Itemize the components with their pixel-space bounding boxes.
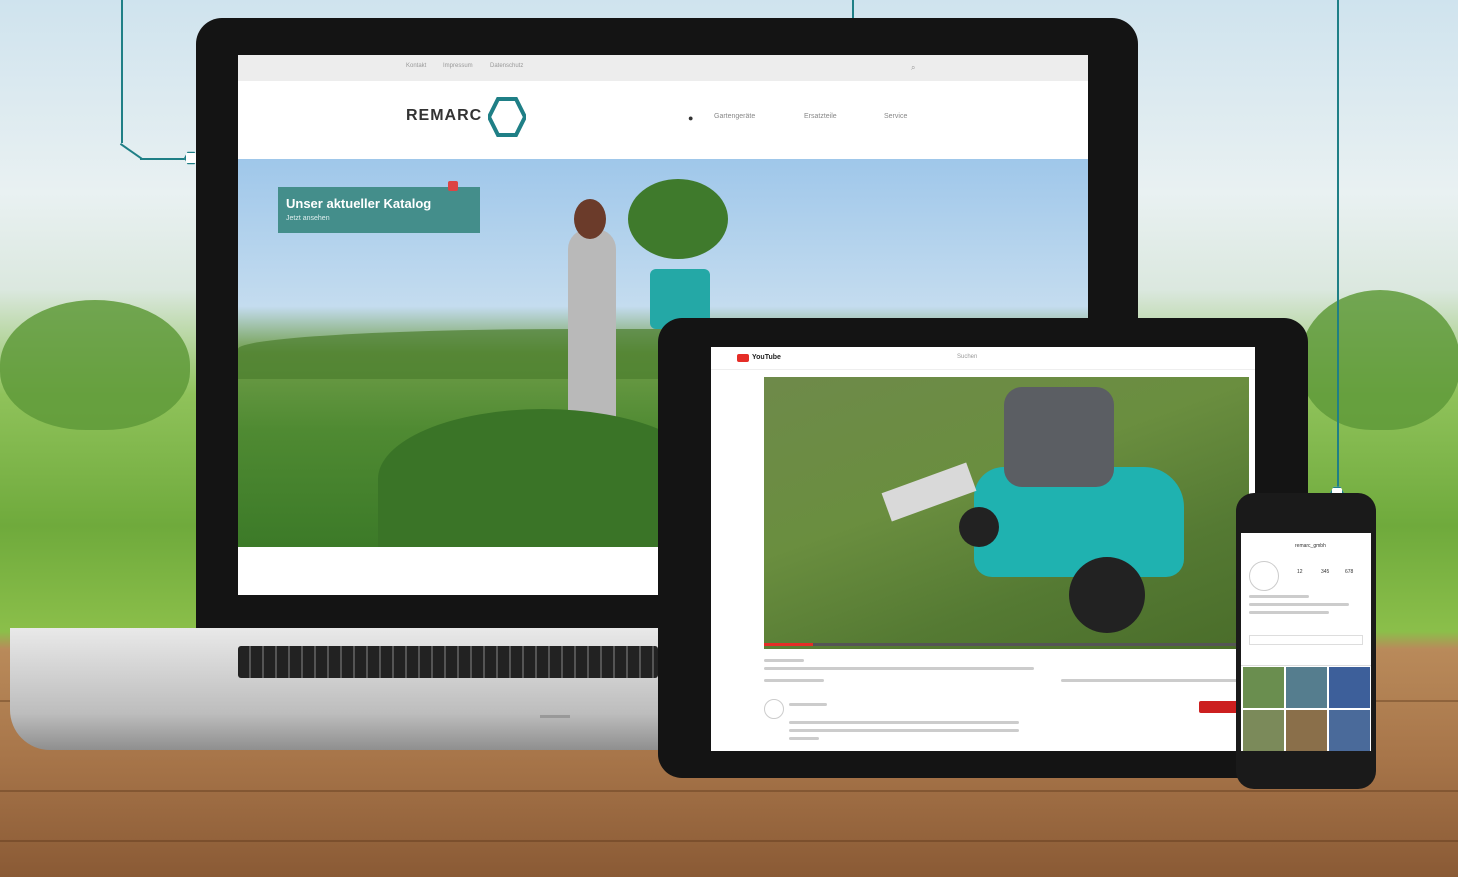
phone-screen: remarc_gmbh 12 345 678: [1241, 533, 1371, 751]
post-thumbnail[interactable]: [1286, 667, 1327, 708]
description-line: [789, 729, 1019, 732]
profile-username: remarc_gmbh: [1295, 543, 1326, 549]
profile-avatar[interactable]: [1249, 561, 1279, 591]
video-progress-fill: [764, 643, 813, 646]
profile-tabs[interactable]: [1241, 655, 1371, 666]
profile-bio-line: [1249, 611, 1329, 614]
play-logo-icon[interactable]: [737, 354, 749, 362]
table-plank-line: [0, 840, 1458, 842]
tablet-screen: YouTube Suchen: [711, 347, 1255, 751]
channel-avatar[interactable]: [764, 699, 784, 719]
plant-leaves: [628, 179, 728, 259]
video-actions-line: [1061, 679, 1241, 682]
util-link-privacy[interactable]: Datenschutz: [490, 63, 523, 69]
profile-stat-following: 678: [1345, 569, 1354, 575]
video-channel-line: [764, 659, 804, 662]
tree-right: [1300, 290, 1458, 430]
edit-profile-button[interactable]: [1249, 635, 1363, 645]
new-badge-icon: [448, 181, 458, 191]
utility-bar: [238, 55, 1088, 82]
video-title-line: [764, 667, 1034, 670]
subscribe-button[interactable]: [1199, 701, 1239, 713]
post-thumbnail[interactable]: [1243, 710, 1284, 751]
channel-name-line: [789, 703, 827, 706]
nav-link-service[interactable]: Service: [884, 113, 907, 120]
laptop-hinge: [540, 715, 570, 718]
profile-bio-line: [1249, 603, 1349, 606]
video-progress-track[interactable]: [764, 643, 1249, 646]
profile-bio-line: [1249, 595, 1309, 598]
site-logo-text[interactable]: REMARC: [406, 107, 482, 125]
util-link-contact[interactable]: Kontakt: [406, 63, 426, 69]
callout-line-left-h: [140, 158, 186, 160]
description-line: [789, 721, 1019, 724]
mower-deck: [881, 462, 977, 522]
table-plank-line: [0, 790, 1458, 792]
video-site-logo[interactable]: YouTube: [752, 354, 781, 361]
video-views-line: [764, 679, 824, 682]
callout-line-right: [1337, 0, 1339, 487]
util-link-imprint[interactable]: Impressum: [443, 63, 473, 69]
catalog-title[interactable]: Unser aktueller Katalog: [286, 196, 431, 211]
nav-link-products[interactable]: Gartengeräte: [714, 113, 755, 120]
profile-stat-followers: 345: [1321, 569, 1330, 575]
mower-wheel: [1069, 557, 1145, 633]
site-header: [238, 81, 1088, 159]
profile-stat-posts: 12: [1297, 569, 1303, 575]
video-search-input[interactable]: Suchen: [957, 354, 977, 360]
laptop-keyboard: [238, 646, 658, 678]
search-icon[interactable]: ⌕: [911, 63, 915, 73]
post-thumbnail[interactable]: [1243, 667, 1284, 708]
person-head: [574, 199, 606, 239]
callout-line-left: [121, 0, 123, 143]
logo-hexagon-icon: [488, 97, 526, 137]
home-icon[interactable]: ●: [688, 113, 693, 123]
video-site-header: [711, 347, 1255, 370]
mower-rider: [1004, 387, 1114, 487]
tree-left: [0, 300, 190, 430]
description-line: [789, 737, 819, 740]
post-thumbnail[interactable]: [1286, 710, 1327, 751]
catalog-subtitle[interactable]: Jetzt ansehen: [286, 215, 330, 222]
video-player[interactable]: [764, 377, 1249, 649]
mower-wheel: [959, 507, 999, 547]
post-thumbnail[interactable]: [1329, 667, 1370, 708]
post-thumbnail[interactable]: [1329, 710, 1370, 751]
nav-link-parts[interactable]: Ersatzteile: [804, 113, 837, 120]
